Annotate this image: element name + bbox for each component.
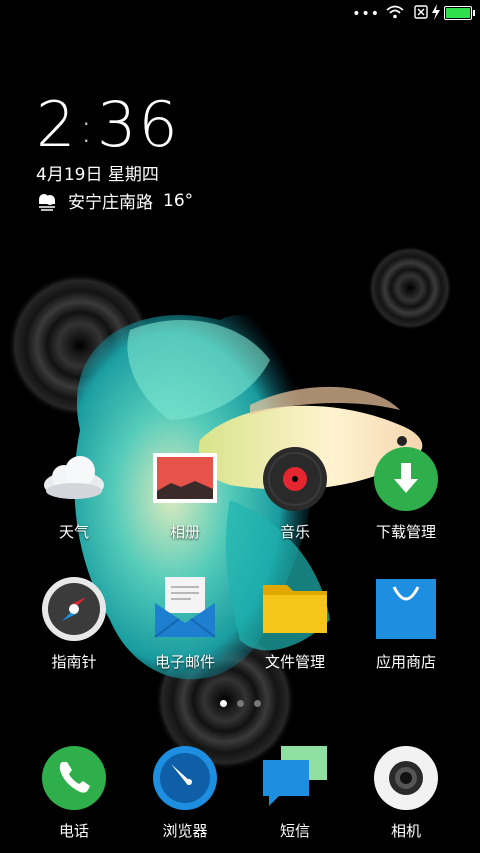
app-email[interactable]: 电子邮件 bbox=[135, 575, 235, 672]
camera-icon bbox=[374, 746, 438, 810]
weather-temperature: 16° bbox=[163, 190, 194, 211]
app-label: 应用商店 bbox=[375, 653, 436, 671]
app-label: 文件管理 bbox=[264, 653, 325, 671]
battery-icon bbox=[444, 6, 475, 20]
app-file-manager[interactable]: 文件管理 bbox=[245, 575, 345, 672]
app-music[interactable]: 音乐 bbox=[245, 445, 345, 542]
app-label: 天气 bbox=[58, 523, 89, 541]
charging-icon bbox=[432, 4, 440, 20]
page-dot[interactable] bbox=[236, 700, 244, 707]
clock-hour: 2 bbox=[36, 88, 78, 161]
app-label: 音乐 bbox=[279, 523, 310, 541]
dock-camera[interactable]: 相机 bbox=[356, 744, 456, 841]
compass-icon bbox=[42, 577, 106, 641]
page-indicator[interactable] bbox=[0, 700, 480, 707]
cloudy-weather-icon bbox=[39, 193, 55, 211]
status-bar: ••• bbox=[0, 0, 480, 28]
dock-messages[interactable]: 短信 bbox=[245, 744, 345, 841]
app-store[interactable]: 应用商店 bbox=[356, 575, 456, 672]
more-notifications-icon: ••• bbox=[352, 6, 380, 22]
messages-icon bbox=[263, 746, 327, 806]
clock-minute: 36 bbox=[96, 88, 180, 161]
app-gallery[interactable]: 相册 bbox=[135, 445, 235, 542]
app-label: 相机 bbox=[390, 822, 421, 840]
app-downloads[interactable]: 下载管理 bbox=[356, 445, 456, 542]
page-dot[interactable] bbox=[253, 700, 261, 707]
app-label: 短信 bbox=[279, 822, 310, 840]
app-compass[interactable]: 指南针 bbox=[24, 575, 124, 672]
email-icon bbox=[154, 577, 216, 638]
clock-widget[interactable]: 2:36 bbox=[36, 88, 180, 161]
gallery-icon bbox=[153, 453, 217, 503]
app-label: 电子邮件 bbox=[154, 653, 215, 671]
browser-icon bbox=[153, 746, 217, 810]
wifi-icon bbox=[386, 5, 404, 19]
dock-phone[interactable]: 电话 bbox=[24, 744, 124, 841]
app-label: 相册 bbox=[169, 523, 200, 541]
app-label: 下载管理 bbox=[375, 523, 436, 541]
page-dot[interactable] bbox=[219, 700, 227, 707]
folder-icon bbox=[263, 585, 327, 633]
phone-icon bbox=[42, 746, 106, 810]
download-icon bbox=[374, 447, 438, 511]
weather-widget[interactable]: 安宁庄南路 16° bbox=[36, 188, 193, 213]
app-label: 浏览器 bbox=[162, 822, 208, 840]
no-sim-icon bbox=[414, 5, 428, 19]
app-label: 指南针 bbox=[51, 653, 97, 671]
app-label: 电话 bbox=[58, 822, 89, 840]
app-weather[interactable]: 天气 bbox=[24, 445, 124, 542]
music-icon bbox=[263, 447, 327, 511]
weather-icon bbox=[44, 456, 104, 499]
weather-location: 安宁庄南路 bbox=[68, 193, 153, 213]
app-store-icon bbox=[376, 579, 436, 639]
dock-browser[interactable]: 浏览器 bbox=[135, 744, 235, 841]
clock-separator: : bbox=[79, 106, 95, 152]
date-label[interactable]: 4月19日 星期四 bbox=[36, 160, 159, 185]
